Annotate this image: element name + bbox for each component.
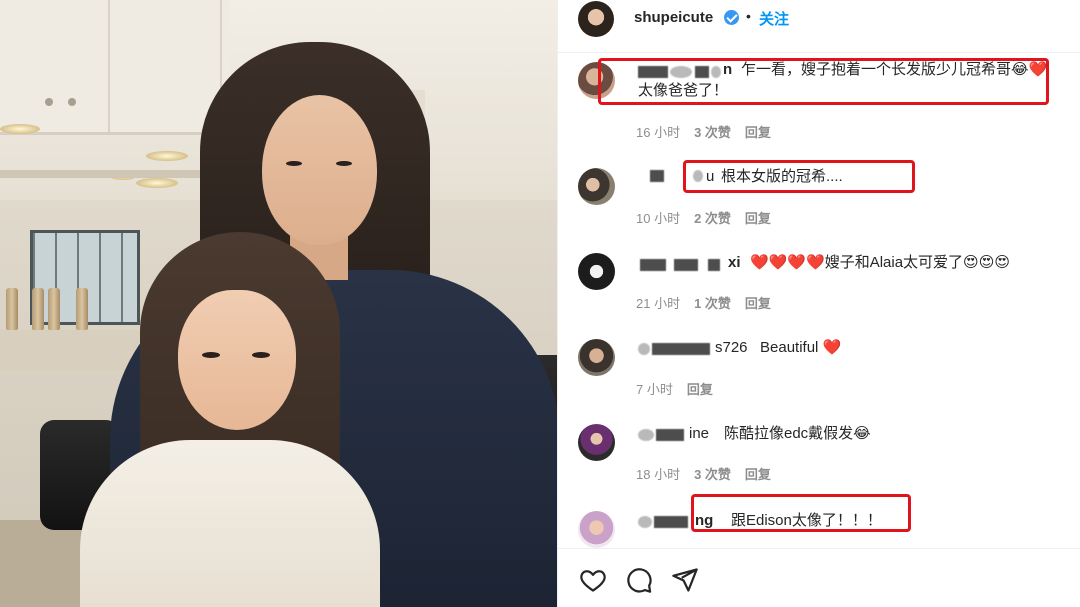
comment-likes[interactable]: 2 次赞 [694,211,731,226]
cabinet-door [112,0,222,132]
comment-username[interactable]: ine [689,423,709,445]
comment-text: 陈酷拉像edc戴假发😂 [724,425,871,442]
reply-button[interactable]: 回复 [687,382,713,397]
ceiling-light [0,124,40,134]
comment-username[interactable]: s726 [715,337,748,359]
avatar[interactable] [578,168,615,205]
reply-button[interactable]: 回复 [745,211,771,226]
blurred-username [656,429,684,441]
comment-meta: 16 小时 3 次赞 回复 [636,122,785,141]
comment-time: 18 小时 [636,467,681,482]
share-icon[interactable] [670,566,700,594]
reply-button[interactable]: 回复 [745,125,771,140]
verified-badge-icon [724,10,739,25]
blurred-username [674,259,698,271]
comment-time: 16 小时 [636,125,681,140]
post-photo[interactable] [0,0,557,607]
follow-button[interactable]: 关注 [759,8,789,29]
comment-time: 10 小时 [636,211,681,226]
blurred-username [640,259,666,271]
avatar[interactable] [578,1,614,37]
wall-cabinet [0,0,230,135]
woman-face [262,95,377,245]
avatar[interactable] [578,424,615,461]
blurred-username [638,516,652,528]
reply-button[interactable]: 回复 [745,296,771,311]
blurred-username [650,170,664,182]
header-divider [558,52,1080,53]
cabinet-knob [45,98,53,106]
ceiling-light [146,151,188,161]
eye [336,161,352,166]
blurred-username [652,343,710,355]
child-face [178,290,296,430]
product-bottle [32,288,44,330]
blurred-username [638,343,650,355]
comment-text: Beautiful ❤️ [760,339,842,356]
product-bottle [6,288,18,330]
blurred-username [654,516,688,528]
comment-icon[interactable] [624,566,654,594]
cabinet-knob [68,98,76,106]
highlight-box [683,160,915,193]
blurred-username [638,429,654,441]
ceiling-light [136,178,178,188]
eye [252,352,270,358]
highlight-box [598,58,1049,105]
comment-meta: 21 小时 1 次赞 回复 [636,293,785,312]
comment-time: 21 小时 [636,296,681,311]
avatar[interactable] [578,339,615,376]
product-bottle [48,288,60,330]
shelf [0,170,200,178]
post-header: shupeicute • 关注 [558,0,1080,38]
product-bottle [76,288,88,330]
comment-time: 7 小时 [636,382,673,397]
blurred-username [708,259,720,271]
action-bar [558,562,1080,602]
eye [202,352,220,358]
comment-likes[interactable]: 3 次赞 [694,467,731,482]
heart-icon[interactable] [578,566,608,594]
comment-likes[interactable]: 1 次赞 [694,296,731,311]
highlight-box [691,494,911,532]
child-shirt [80,440,380,607]
post-username[interactable]: shupeicute [634,9,713,26]
avatar[interactable] [578,511,615,548]
comment-meta: 7 小时 回复 [636,379,727,398]
comment-meta: 18 小时 3 次赞 回复 [636,464,785,483]
comment-likes[interactable]: 3 次赞 [694,125,731,140]
cabinet-door [0,0,110,132]
reply-button[interactable]: 回复 [745,467,771,482]
avatar[interactable] [578,253,615,290]
comments-panel: shupeicute • 关注 n 乍一看，嫂子抱着一个长发版少儿冠希哥😂❤️ … [557,0,1080,607]
comment-meta: 10 小时 2 次赞 回复 [636,208,785,227]
actions-divider [558,548,1080,549]
comment-username[interactable]: xi [728,252,741,274]
separator-dot: • [746,8,751,24]
eye [286,161,302,166]
comment-text: ❤️❤️❤️❤️嫂子和Alaia太可爱了😍😍😍 [750,254,1010,271]
